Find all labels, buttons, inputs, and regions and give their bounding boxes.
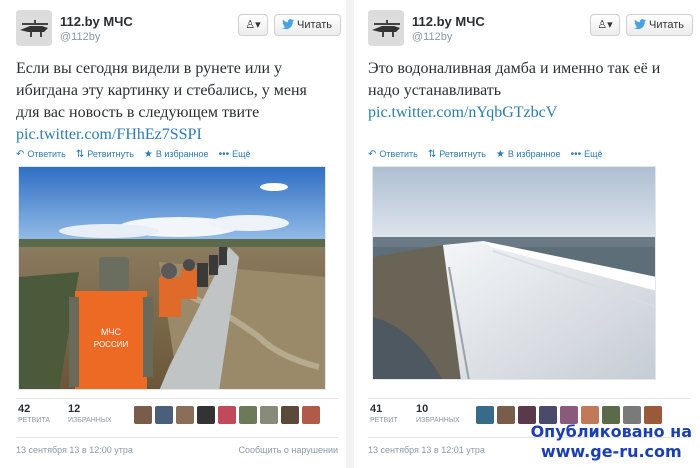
retweet-count-value: 41: [370, 403, 383, 415]
more-action[interactable]: ••• Ещё: [219, 149, 251, 160]
favoriter-avatar[interactable]: [281, 406, 299, 424]
tweet-text-line: ибигдана эту картинку и стебались, у мен…: [16, 82, 307, 99]
tweet-text: Это водоналивная дамба и именно так её и…: [368, 58, 660, 124]
retweet-count-value: 42: [18, 403, 31, 415]
favoriter-avatar[interactable]: [176, 406, 194, 424]
vest-label-mchs: МЧС: [101, 327, 121, 337]
user-icon: ♙: [245, 19, 256, 31]
tweet-text-line: Если вы сегодня видели в рунете или у: [16, 60, 283, 77]
avatar[interactable]: [16, 10, 52, 46]
more-label: Ещё: [232, 149, 251, 159]
tweet-timestamp[interactable]: 13 сентября 13 в 12:00 утра: [16, 445, 133, 455]
retweet-count-label: РЕТВИТ: [370, 417, 398, 424]
divider: [346, 0, 354, 468]
watermark-line-2: www.ge-ru.com: [540, 442, 682, 461]
favoriter-avatar[interactable]: [218, 406, 236, 424]
watermark-line-1: Опубликовано на: [530, 422, 692, 441]
reply-action[interactable]: ↶ Ответить: [16, 149, 66, 160]
author-info: 112.by МЧС @112by: [60, 14, 133, 43]
tweet-photo-water-dam[interactable]: [372, 166, 656, 380]
reply-label: Ответить: [379, 149, 418, 159]
author-handle[interactable]: @112by: [412, 31, 485, 43]
tweet-photo-flood-rescue[interactable]: МЧС РОССИИ: [18, 166, 326, 390]
reply-label: Ответить: [27, 149, 66, 159]
star-icon: ★: [495, 148, 505, 160]
tweet-text: Если вы сегодня видели в рунете или у иб…: [16, 58, 307, 146]
watermark: Опубликовано на www.ge-ru.com: [531, 422, 692, 462]
tweet-image-link[interactable]: pic.twitter.com/FHhEz7SSPI: [16, 124, 307, 146]
chevron-down-icon: ▾: [255, 19, 261, 31]
more-dots-icon: •••: [218, 148, 230, 160]
favorite-count-label: ИЗБРАННЫХ: [68, 417, 112, 424]
follow-button[interactable]: Читать: [274, 14, 342, 36]
chevron-down-icon: ▾: [607, 19, 613, 31]
tweet-card-2: 112.by МЧС @112by ♙▾ Читать Это водонали…: [358, 0, 698, 468]
tweet-header: 112.by МЧС @112by ♙▾ Читать: [368, 10, 694, 50]
star-icon: ★: [143, 148, 153, 160]
tweet-actions: ↶ Ответить ⇅ Ретвитнуть ★ В избранное ••• Ещ…: [16, 146, 251, 162]
avatar[interactable]: [368, 10, 404, 46]
favorite-count-value: 12: [68, 403, 81, 415]
user-menu-button[interactable]: ♙▾: [238, 14, 268, 36]
author-name[interactable]: 112.by МЧС: [412, 14, 485, 29]
author-info: 112.by МЧС @112by: [412, 14, 485, 43]
follow-label: Читать: [649, 19, 685, 31]
favoriter-avatar[interactable]: [302, 406, 320, 424]
tweet-text-line: для вас новость в следующем твите: [16, 104, 260, 121]
favorite-count-label: ИЗБРАННЫХ: [416, 417, 460, 424]
favorite-action[interactable]: ★ В избранное: [496, 149, 561, 160]
retweet-icon: ⇅: [427, 148, 437, 160]
tweet-stats: 42 РЕТВИТА 12 ИЗБРАННЫХ: [16, 398, 338, 438]
favoriter-avatar[interactable]: [134, 406, 152, 424]
retweet-label: Ретвитнуть: [87, 149, 134, 159]
favoriter-avatar[interactable]: [197, 406, 215, 424]
favorite-count[interactable]: 12 ИЗБРАННЫХ: [68, 403, 112, 424]
twitter-bird-icon: [634, 19, 646, 30]
tweet-header: 112.by МЧС @112by ♙▾ Читать: [16, 10, 342, 50]
tweet-footer: 13 сентября 13 в 12:00 утра Сообщить о н…: [16, 445, 338, 455]
more-dots-icon: •••: [570, 148, 582, 160]
more-label: Ещё: [584, 149, 603, 159]
favorite-action[interactable]: ★ В избранное: [144, 149, 209, 160]
retweet-action[interactable]: ⇅ Ретвитнуть: [428, 149, 486, 160]
reply-icon: ↶: [368, 148, 377, 160]
favorite-count[interactable]: 10 ИЗБРАННЫХ: [416, 403, 460, 424]
more-action[interactable]: ••• Ещё: [571, 149, 603, 160]
report-link[interactable]: Сообщить о нарушении: [238, 445, 338, 455]
favoriters-avatars: [134, 406, 320, 424]
retweet-count-label: РЕТВИТА: [18, 417, 51, 424]
favoriter-avatar[interactable]: [476, 406, 494, 424]
favoriter-avatar[interactable]: [497, 406, 515, 424]
user-menu-button[interactable]: ♙▾: [590, 14, 620, 36]
favorite-count-value: 10: [416, 403, 429, 415]
tweet-card-1: 112.by МЧС @112by ♙▾ Читать Если вы сего…: [6, 0, 346, 468]
favorite-label: В избранное: [507, 149, 561, 159]
favorite-label: В избранное: [155, 149, 209, 159]
follow-label: Читать: [297, 19, 333, 31]
retweet-icon: ⇅: [75, 148, 85, 160]
tweet-actions: ↶ Ответить ⇅ Ретвитнуть ★ В избранное ••• Ещ…: [368, 146, 603, 162]
author-name[interactable]: 112.by МЧС: [60, 14, 133, 29]
tweet-text-line: надо устанавливать: [368, 82, 502, 99]
favoriter-avatar[interactable]: [260, 406, 278, 424]
twitter-bird-icon: [282, 19, 294, 30]
vest-label-russia: РОССИИ: [94, 340, 129, 349]
author-handle[interactable]: @112by: [60, 31, 133, 43]
reply-icon: ↶: [16, 148, 25, 160]
tweet-timestamp[interactable]: 13 сентября 13 в 12:01 утра: [368, 445, 485, 455]
user-icon: ♙: [597, 19, 608, 31]
retweet-action[interactable]: ⇅ Ретвитнуть: [76, 149, 134, 160]
favoriter-avatar[interactable]: [155, 406, 173, 424]
retweet-count[interactable]: 41 РЕТВИТ: [370, 403, 398, 424]
retweet-label: Ретвитнуть: [439, 149, 486, 159]
tweet-text-line: Это водоналивная дамба и именно так её и: [368, 60, 661, 77]
retweet-count[interactable]: 42 РЕТВИТА: [18, 403, 50, 424]
favoriter-avatar[interactable]: [239, 406, 257, 424]
follow-button[interactable]: Читать: [626, 14, 694, 36]
reply-action[interactable]: ↶ Ответить: [368, 149, 418, 160]
tweet-image-link[interactable]: pic.twitter.com/nYqbGTzbcV: [368, 102, 660, 124]
